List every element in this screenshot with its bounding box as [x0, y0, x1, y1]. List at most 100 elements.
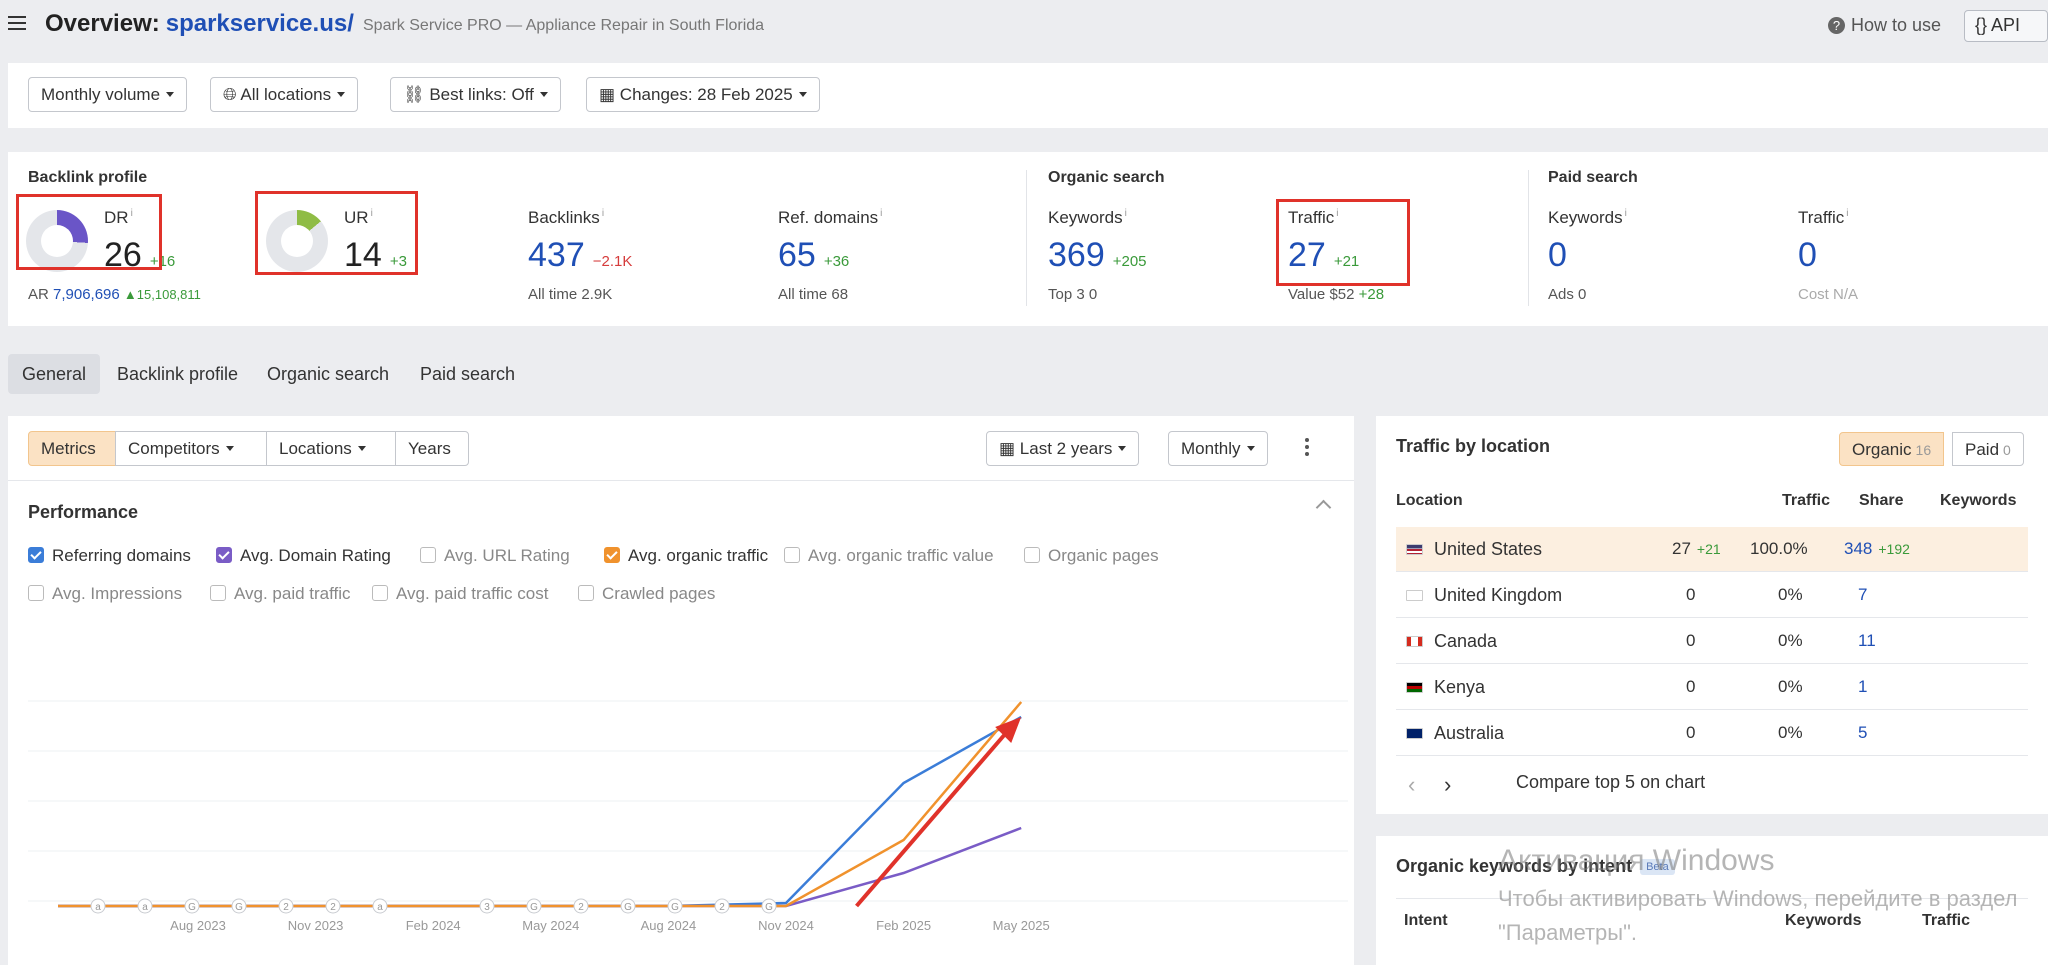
- checkbox-organic-pages[interactable]: Organic pages: [1024, 546, 1159, 566]
- paid-search-heading: Paid search: [1548, 169, 1638, 186]
- domain-link[interactable]: sparkservice.us/: [166, 10, 354, 37]
- segment-metrics[interactable]: Metrics: [28, 431, 116, 466]
- tab-backlink-profile[interactable]: Backlink profile: [103, 354, 252, 394]
- site-subtitle: Spark Service PRO — Appliance Repair in …: [363, 17, 765, 34]
- checkbox-icon: [28, 547, 44, 563]
- granularity-dropdown[interactable]: Monthly: [1168, 431, 1268, 466]
- caret-down-icon: [1118, 446, 1127, 451]
- column-location[interactable]: Location: [1396, 492, 1463, 510]
- column-keywords[interactable]: Keywords: [1940, 492, 2016, 510]
- traffic-cell: 0: [1686, 677, 1696, 696]
- table-row[interactable]: Australia 0 0% 5: [1396, 711, 2028, 756]
- annotation-marker-label: G: [671, 902, 679, 913]
- backlink-profile-heading: Backlink profile: [28, 169, 148, 186]
- changes-dropdown[interactable]: ▦ Changes: 28 Feb 2025: [586, 77, 820, 112]
- checkbox-avg-domain-rating[interactable]: Avg. Domain Rating: [216, 546, 391, 566]
- column-share[interactable]: Share: [1859, 492, 1903, 510]
- keywords-cell[interactable]: 5: [1858, 723, 1867, 743]
- checkbox-avg-impressions[interactable]: Avg. Impressions: [28, 584, 182, 604]
- column-intent[interactable]: Intent: [1404, 912, 1448, 930]
- divider: [8, 480, 1354, 481]
- paid-traffic-value[interactable]: 0: [1798, 236, 1817, 275]
- paid-keywords-value[interactable]: 0: [1548, 236, 1567, 275]
- checkbox-avg-organic-traffic-value[interactable]: Avg. organic traffic value: [784, 546, 994, 566]
- column-traffic[interactable]: Traffic: [1782, 492, 1830, 510]
- checkbox-avg-paid-traffic[interactable]: Avg. paid traffic: [210, 584, 351, 604]
- checkbox-avg-organic-traffic[interactable]: Avg. organic traffic: [604, 546, 768, 566]
- traffic-by-location-title: Traffic by location: [1396, 436, 1551, 456]
- caret-down-icon: [1246, 446, 1255, 451]
- checkbox-crawled-pages[interactable]: Crawled pages: [578, 584, 715, 604]
- annotation-marker-label: 3: [484, 902, 490, 913]
- checkbox-icon: [210, 585, 226, 601]
- performance-card: Metrics Competitors Locations Years ▦ La…: [8, 416, 1354, 965]
- paid-traffic-label[interactable]: Traffic i: [1798, 208, 1849, 228]
- info-icon: i: [601, 208, 605, 220]
- series-line-avg-organic-traffic: [58, 701, 1023, 908]
- organic-keywords-label[interactable]: Keywords i: [1048, 208, 1127, 228]
- share-cell: 0%: [1778, 585, 1803, 604]
- annotation-marker-label: G: [765, 902, 773, 913]
- table-row[interactable]: United States 27 +21 100.0% 348 +192: [1396, 527, 2028, 572]
- organic-toggle[interactable]: Organic 16: [1839, 432, 1945, 466]
- gb-flag-icon: [1406, 590, 1423, 601]
- us-flag-icon: [1406, 544, 1423, 555]
- backlinks-value[interactable]: 437 −2.1K: [528, 236, 632, 275]
- best-links-dropdown[interactable]: ⛓︎ Best links: Off: [390, 77, 561, 112]
- traffic-by-location-card: Traffic by location Organic 16 Paid 0 Loca…: [1376, 416, 2048, 814]
- paid-toggle[interactable]: Paid 0: [1952, 432, 2024, 466]
- checkbox-avg-url-rating[interactable]: Avg. URL Rating: [420, 546, 570, 566]
- segment-years[interactable]: Years: [395, 431, 469, 466]
- highlight-box: [16, 194, 162, 270]
- api-button[interactable]: {} API: [1964, 10, 2048, 42]
- windows-watermark: Чтобы активировать Windows, перейдите в …: [1498, 886, 2018, 911]
- how-to-use-link[interactable]: ? How to use: [1828, 15, 1941, 36]
- country-name: United Kingdom: [1434, 585, 1563, 605]
- ref-domains-label[interactable]: Ref. domains i: [778, 208, 882, 228]
- compare-top5-link[interactable]: Compare top 5 on chart: [1516, 772, 1705, 793]
- page-title: Overview: sparkservice.us/: [45, 10, 354, 37]
- locations-dropdown[interactable]: 🌐︎ All locations: [210, 77, 359, 112]
- chevron-right-icon[interactable]: ›: [1444, 772, 1451, 798]
- traffic-cell: 0: [1686, 631, 1696, 650]
- annotation-marker-label: 2: [330, 902, 336, 913]
- more-options-icon[interactable]: [1305, 438, 1311, 458]
- tab-paid-search[interactable]: Paid search: [406, 354, 529, 394]
- volume-dropdown[interactable]: Monthly volume: [28, 77, 188, 112]
- organic-keywords-value[interactable]: 369 +205: [1048, 236, 1147, 275]
- tab-general[interactable]: General: [8, 354, 101, 394]
- country-name: United States: [1434, 539, 1543, 559]
- highlight-box: [1276, 199, 1410, 286]
- column-keywords[interactable]: Keywords: [1785, 912, 1861, 930]
- share-cell: 100.0%: [1750, 539, 1808, 558]
- tab-organic-search[interactable]: Organic search: [253, 354, 403, 394]
- traffic-cell: 27 +21: [1672, 539, 1721, 558]
- annotation-marker-label: G: [624, 902, 632, 913]
- series-line-referring-domains: [58, 715, 1022, 908]
- column-traffic[interactable]: Traffic: [1922, 912, 1970, 930]
- segment-locations[interactable]: Locations: [266, 431, 396, 466]
- share-cell: 0%: [1778, 631, 1803, 650]
- segment-competitors[interactable]: Competitors: [115, 431, 267, 466]
- x-tick-label: Aug 2024: [641, 918, 697, 933]
- annotation-marker-label: 2: [283, 902, 289, 913]
- period-dropdown[interactable]: ▦ Last 2 years: [986, 431, 1140, 466]
- menu-icon[interactable]: [8, 16, 26, 30]
- table-row[interactable]: Canada 0 0% 11: [1396, 619, 2028, 664]
- checkbox-referring-domains[interactable]: Referring domains: [28, 546, 191, 566]
- checkbox-avg-paid-traffic-cost[interactable]: Avg. paid traffic cost: [372, 584, 548, 604]
- keywords-cell[interactable]: 7: [1858, 585, 1867, 605]
- table-row[interactable]: Kenya 0 0% 1: [1396, 665, 2028, 710]
- keywords-cell[interactable]: 348 +192: [1844, 539, 1910, 559]
- keywords-cell[interactable]: 1: [1858, 677, 1867, 697]
- traffic-cell: 0: [1686, 723, 1696, 742]
- chevron-up-icon[interactable]: [1315, 499, 1332, 516]
- x-tick-label: Aug 2023: [170, 918, 226, 933]
- paid-keywords-label[interactable]: Keywords i: [1548, 208, 1627, 228]
- chevron-left-icon[interactable]: ‹: [1408, 772, 1415, 798]
- backlinks-label[interactable]: Backlinks i: [528, 208, 604, 228]
- keywords-cell[interactable]: 11: [1858, 631, 1876, 651]
- table-row[interactable]: United Kingdom 0 0% 7: [1396, 573, 2028, 618]
- checkbox-icon: [372, 585, 388, 601]
- ref-domains-value[interactable]: 65 +36: [778, 236, 849, 275]
